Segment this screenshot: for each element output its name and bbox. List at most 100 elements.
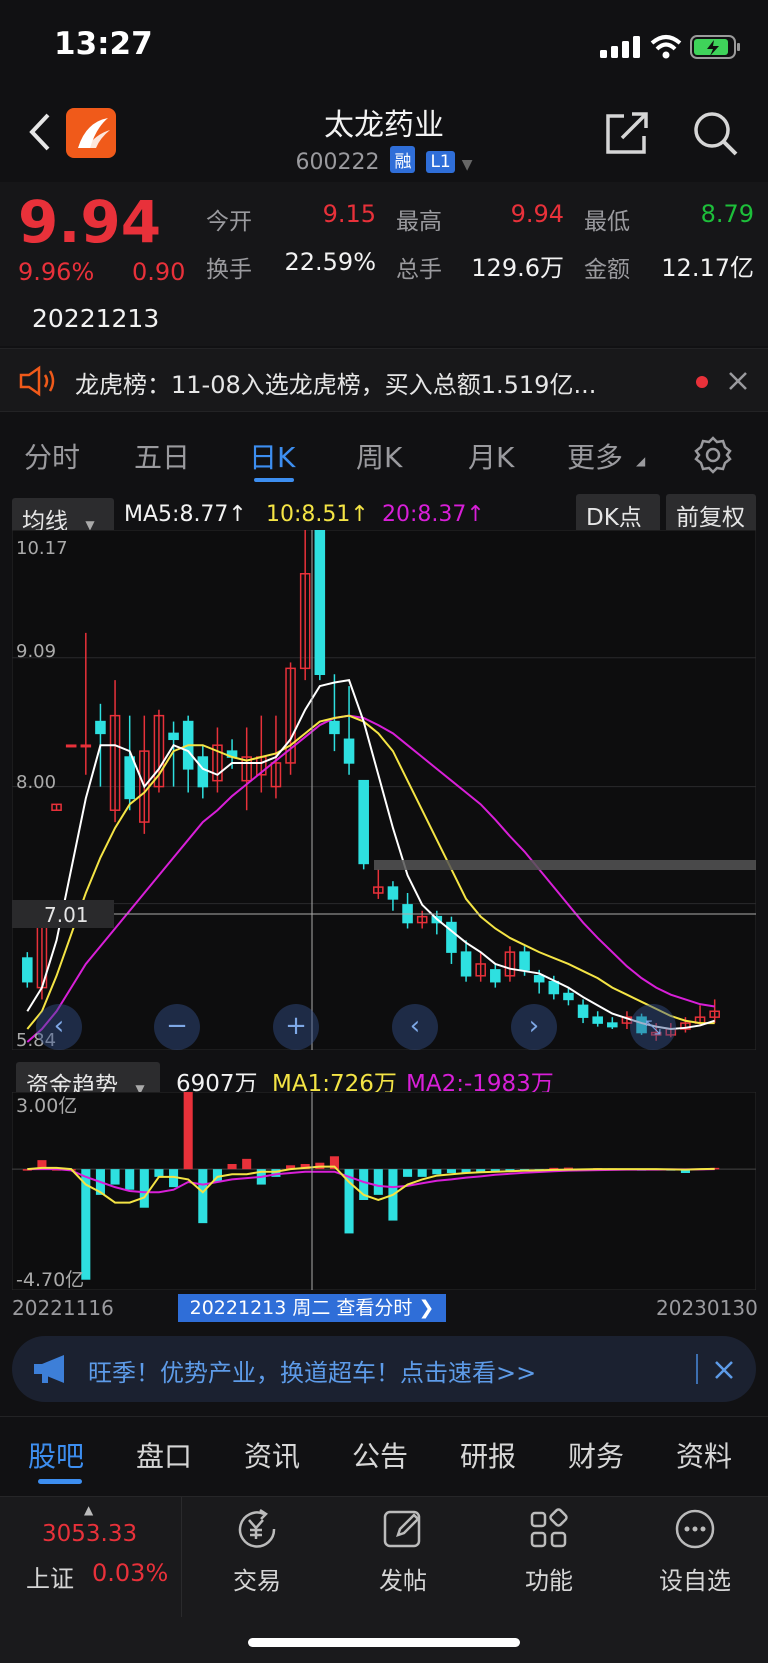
tab-market[interactable]: 盘口	[136, 1435, 192, 1475]
change-value: 0.90	[132, 258, 186, 286]
candle-body-down	[387, 886, 399, 900]
tab-research[interactable]: 研报	[460, 1435, 516, 1475]
dk-point-label: DK点	[586, 505, 642, 531]
ytick-3: 8.00	[16, 772, 56, 793]
fund-bar	[373, 1169, 383, 1195]
resistance-band	[374, 860, 756, 870]
ytick-2: 9.09	[16, 641, 56, 662]
tab-five-day[interactable]: 五日	[134, 436, 190, 476]
trade-button[interactable]: 交易	[197, 1507, 317, 1596]
candle	[22, 952, 33, 988]
candle-body-up	[80, 744, 92, 748]
fund-flow-chart[interactable]: 3.00亿 -4.70亿	[12, 1092, 756, 1290]
volume-value: 129.6万	[471, 254, 564, 282]
expand-icon: ⤡	[645, 1015, 661, 1039]
dragon-tiger-notice[interactable]: 龙虎榜：11-08入选龙虎榜，买入总额1.519亿...	[0, 348, 768, 412]
speaker-icon	[19, 365, 55, 397]
index-ticker[interactable]: ▲ 3053.33 上证 0.03%	[0, 1497, 182, 1617]
home-indicator[interactable]	[248, 1638, 520, 1647]
candle-body-down	[563, 992, 574, 1001]
megaphone-icon	[34, 1355, 64, 1383]
candle-body-down	[124, 756, 135, 800]
gear-icon[interactable]	[694, 436, 732, 474]
fund-bar	[198, 1169, 208, 1224]
close-icon[interactable]	[714, 1360, 734, 1380]
stock-code-row[interactable]: 600222 融 L1 ▼	[0, 146, 768, 175]
tab-finance[interactable]: 财务	[568, 1435, 624, 1475]
status-bar: 13:27	[0, 0, 768, 90]
fund-bar	[125, 1169, 135, 1190]
open-label: 今开	[206, 209, 252, 235]
fund-ytick-bottom: -4.70亿	[16, 1269, 84, 1290]
open-value: 9.15	[322, 200, 376, 228]
wifi-icon	[650, 35, 682, 59]
candle	[65, 744, 77, 748]
tab-more[interactable]: 更多	[567, 436, 623, 476]
scroll-left-button[interactable]: ‹	[392, 1004, 438, 1050]
change-percent: 9.96%	[18, 258, 95, 286]
candle-body-down	[548, 980, 560, 995]
cellular-signal-icon	[600, 36, 640, 58]
candle	[358, 779, 369, 870]
content-tabs: 股吧 盘口 资讯 公告 研报 财务 资料	[0, 1416, 768, 1492]
low-value: 8.79	[700, 200, 754, 228]
tab-profile[interactable]: 资料	[676, 1435, 732, 1475]
tab-intraday[interactable]: 分时	[24, 436, 80, 476]
scroll-right-button[interactable]: ›	[511, 1004, 557, 1050]
date-strip: 20221116 20221213 周二 查看分时 ❯ 20230130	[0, 1292, 768, 1324]
yen-cycle-icon	[238, 1508, 276, 1548]
candle-body-down	[460, 951, 472, 977]
ma10-readout: 10:8.51↑	[266, 502, 369, 527]
divider	[696, 1354, 698, 1384]
search-icon[interactable]	[692, 110, 740, 158]
candle-body-down	[329, 720, 340, 735]
add-watchlist-button[interactable]: 设自选	[635, 1507, 755, 1596]
post-button[interactable]: 发帖	[343, 1507, 463, 1596]
ytick-top: 10.17	[16, 538, 68, 559]
tab-forum[interactable]: 股吧	[28, 1435, 84, 1475]
view-intraday-button[interactable]: 20221213 周二 查看分时 ❯	[178, 1294, 446, 1322]
high-value: 9.94	[510, 200, 564, 228]
plus-icon: +	[285, 1011, 307, 1041]
quote-date: 20221213	[32, 304, 160, 333]
functions-label: 功能	[525, 1567, 573, 1595]
candle-body-down	[490, 969, 501, 983]
fund-bar	[242, 1158, 252, 1170]
tab-daily-k[interactable]: 日K	[249, 436, 295, 476]
candle-body-down	[168, 732, 179, 741]
quote-panel: 9.94 9.96% 0.90 20221213 今开 9.15 最高 9.94…	[0, 182, 768, 346]
tab-weekly-k[interactable]: 周K	[356, 436, 402, 476]
zoom-out-button[interactable]: −	[154, 1004, 200, 1050]
candle	[314, 530, 326, 681]
edit-icon	[383, 1510, 421, 1548]
index-percent: 0.03%	[92, 1559, 169, 1587]
battery-icon	[690, 35, 740, 59]
kline-chart[interactable]: 7.01 10.17 9.09 8.00 5.84	[12, 530, 756, 1050]
chevron-right-icon: ›	[528, 1011, 540, 1041]
promo-banner[interactable]: 旺季！优势产业，换道超车！点击速看>>	[12, 1336, 756, 1402]
fund-bar	[154, 1169, 164, 1177]
cursor-price: 7.01	[44, 903, 89, 927]
candle-body-down	[533, 975, 545, 983]
close-icon[interactable]	[728, 371, 748, 391]
tab-announcements[interactable]: 公告	[352, 1435, 408, 1475]
tab-monthly-k[interactable]: 月K	[468, 436, 514, 476]
fund-bar	[183, 1092, 193, 1170]
active-tab-indicator	[38, 1479, 82, 1484]
zoom-in-button[interactable]: +	[273, 1004, 319, 1050]
low-label: 最低	[584, 209, 630, 235]
share-icon[interactable]	[604, 110, 650, 156]
candle-body-up	[65, 744, 77, 748]
index-name: 上证	[26, 1565, 74, 1593]
fullscreen-button[interactable]: ⤡	[630, 1004, 676, 1050]
functions-button[interactable]: 功能	[489, 1507, 609, 1596]
candle-body-down	[358, 779, 369, 865]
post-label: 发帖	[379, 1567, 427, 1595]
tab-news[interactable]: 资讯	[244, 1435, 300, 1475]
candle-body-down	[607, 1022, 618, 1028]
apps-grid-icon	[530, 1508, 568, 1548]
index-value: 3053.33	[42, 1521, 138, 1547]
start-date: 20221116	[12, 1296, 114, 1320]
nav-left-fast-button[interactable]: ‹	[36, 1004, 82, 1050]
candle-body-down	[22, 957, 33, 983]
